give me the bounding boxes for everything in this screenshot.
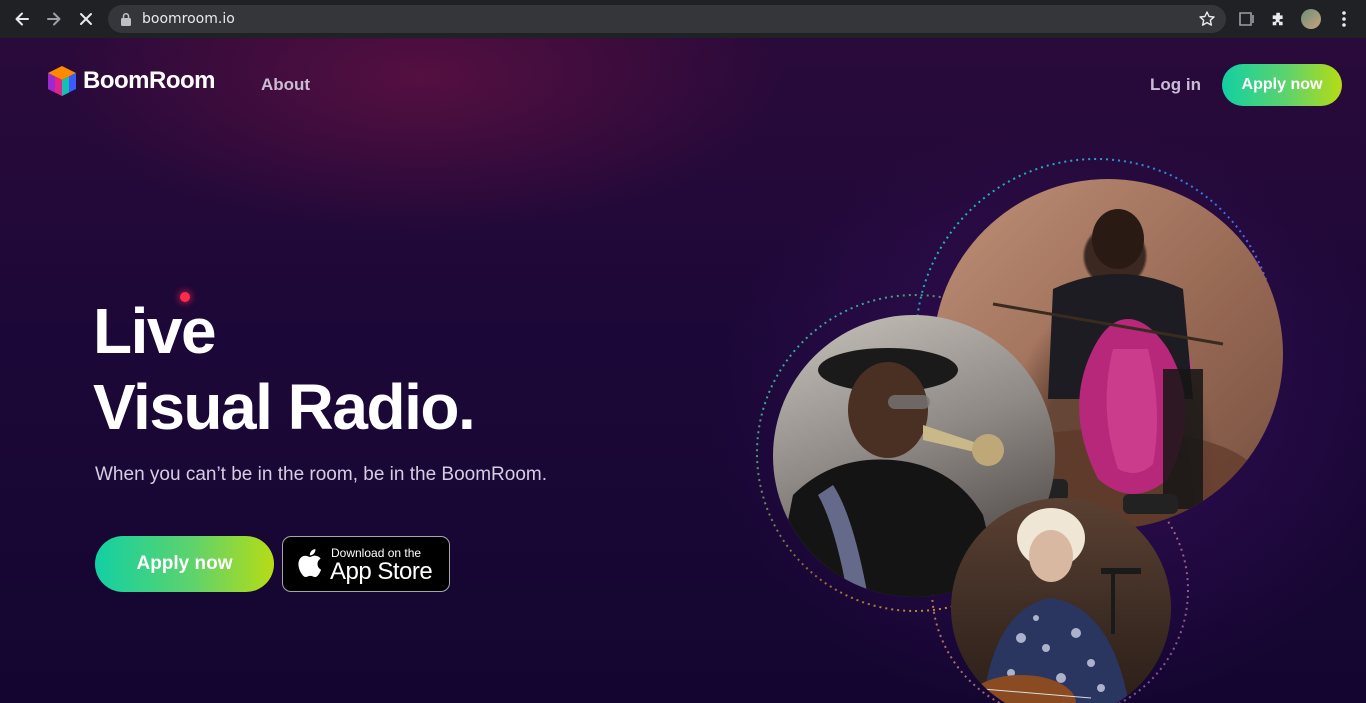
hero-subtitle: When you can’t be in the room, be in the…	[95, 464, 548, 485]
address-bar[interactable]: boomroom.io	[108, 5, 1226, 33]
star-icon[interactable]	[1198, 10, 1216, 28]
photo-guitarist	[951, 498, 1171, 703]
landing-page: BoomRoom About Log in Apply now Live Vis…	[0, 38, 1366, 703]
cube-logo-icon	[48, 66, 76, 96]
cast-icon[interactable]	[1237, 9, 1257, 29]
back-icon[interactable]	[10, 7, 34, 31]
boomroom-logo[interactable]: BoomRoom	[46, 64, 215, 98]
url-text[interactable]: boomroom.io	[142, 11, 235, 27]
profile-avatar[interactable]	[1301, 9, 1321, 29]
app-store-badge[interactable]: Download on the App Store	[282, 536, 450, 592]
guitarist-illustration	[966, 508, 1141, 703]
menu-icon[interactable]	[1334, 9, 1354, 29]
login-link[interactable]: Log in	[1150, 75, 1201, 95]
hero-title-line1: Live	[93, 295, 217, 367]
lock-icon[interactable]	[120, 12, 132, 26]
brand-name: BoomRoom	[83, 67, 215, 94]
apply-now-hero-button[interactable]: Apply now	[95, 536, 274, 592]
browser-toolbar: boomroom.io	[0, 0, 1366, 38]
apple-icon	[298, 549, 322, 578]
app-store-big-text: App Store	[330, 558, 433, 585]
apply-now-header-button[interactable]: Apply now	[1222, 64, 1342, 106]
extensions-icon[interactable]	[1269, 9, 1289, 29]
hero-title-line2: Visual Radio.	[93, 371, 476, 443]
hero-title: Live Visual Radio.	[93, 293, 476, 445]
nav-about-link[interactable]: About	[261, 75, 310, 95]
stop-icon[interactable]	[74, 7, 98, 31]
forward-icon[interactable]	[42, 7, 66, 31]
